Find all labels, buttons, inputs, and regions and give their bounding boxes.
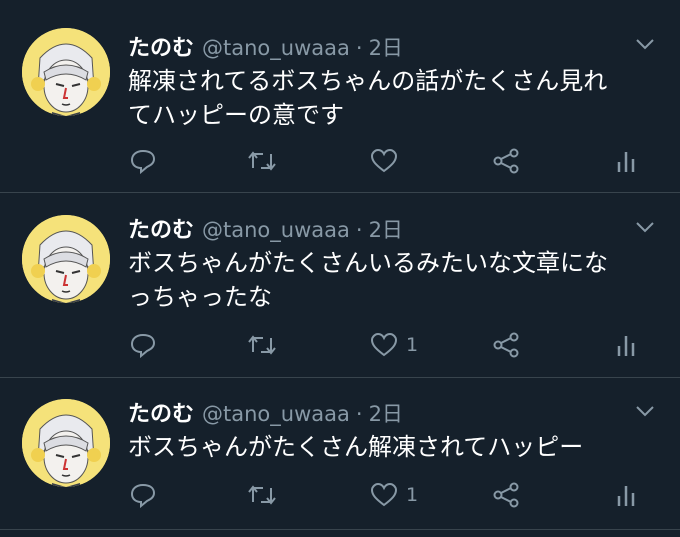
share-icon <box>493 332 519 358</box>
separator: · <box>355 402 363 426</box>
tweet-text-line: っちゃったな <box>128 283 272 311</box>
like-button[interactable]: 1 <box>370 480 418 510</box>
retweet-icon <box>248 151 276 171</box>
analytics-icon <box>617 336 635 356</box>
share-button[interactable] <box>492 330 520 360</box>
avatar[interactable] <box>22 28 110 116</box>
retweet-button[interactable] <box>247 480 277 510</box>
timestamp[interactable]: 2日 <box>369 32 403 62</box>
share-icon <box>493 148 519 174</box>
tweet-text-line: てハッピーの意です <box>128 101 344 129</box>
retweet-icon <box>248 485 276 505</box>
tweet-text: ボスちゃんがたくさん解凍されてハッピー <box>128 430 660 464</box>
like-count: 1 <box>406 334 419 356</box>
tweet-text-line: ボスちゃんがたくさんいるみたいな文章にな <box>128 249 608 277</box>
display-name[interactable]: たのむ <box>128 396 194 428</box>
like-count: 1 <box>406 484 419 506</box>
handle[interactable]: @tano_uwaaa <box>202 218 350 242</box>
share-button[interactable] <box>492 146 520 176</box>
timestamp[interactable]: 2日 <box>369 398 403 428</box>
display-name[interactable]: たのむ <box>128 30 194 62</box>
avatar[interactable] <box>22 399 110 487</box>
chevron-down-icon[interactable] <box>634 219 656 235</box>
analytics-icon <box>617 152 635 172</box>
separator: · <box>355 218 363 242</box>
reply-button[interactable] <box>130 146 156 176</box>
tweet-text-line: ボスちゃんがたくさん解凍されてハッピー <box>128 433 584 461</box>
share-icon <box>493 482 519 508</box>
avatar[interactable] <box>22 215 110 303</box>
handle[interactable]: @tano_uwaaa <box>202 36 350 60</box>
reply-icon <box>130 333 156 358</box>
reply-button[interactable] <box>130 480 156 510</box>
chevron-down-icon[interactable] <box>634 36 656 52</box>
like-icon <box>370 332 398 357</box>
retweet-button[interactable] <box>247 330 277 360</box>
reply-button[interactable] <box>130 330 156 360</box>
analytics-button[interactable] <box>616 146 636 176</box>
handle[interactable]: @tano_uwaaa <box>202 402 350 426</box>
analytics-icon <box>617 486 635 506</box>
separator: · <box>355 36 363 60</box>
like-icon <box>370 482 398 507</box>
tweet-text: 解凍されてるボスちゃんの話がたくさん見れ てハッピーの意です <box>128 64 660 132</box>
share-button[interactable] <box>492 480 520 510</box>
tweet-text: ボスちゃんがたくさんいるみたいな文章にな っちゃったな <box>128 246 660 314</box>
display-name[interactable]: たのむ <box>128 212 194 244</box>
chevron-down-icon[interactable] <box>634 403 656 419</box>
tweet[interactable]: たのむ @tano_uwaaa · 2日 解凍されてるボスちゃんの話がたくさん見… <box>0 0 680 193</box>
timestamp[interactable]: 2日 <box>369 214 403 244</box>
tweet-text-line: 解凍されてるボスちゃんの話がたくさん見れ <box>128 67 608 95</box>
like-button[interactable]: 1 <box>370 330 418 360</box>
like-icon <box>370 148 398 173</box>
analytics-button[interactable] <box>616 480 636 510</box>
tweet[interactable]: たのむ @tano_uwaaa · 2日 ボスちゃんがたくさん解凍されてハッピー… <box>0 378 680 530</box>
tweet[interactable]: たのむ @tano_uwaaa · 2日 ボスちゃんがたくさんいるみたいな文章に… <box>0 193 680 378</box>
reply-icon <box>130 483 156 508</box>
retweet-button[interactable] <box>247 146 277 176</box>
reply-icon <box>130 149 156 174</box>
analytics-button[interactable] <box>616 330 636 360</box>
retweet-icon <box>248 335 276 355</box>
like-button[interactable] <box>370 146 406 176</box>
